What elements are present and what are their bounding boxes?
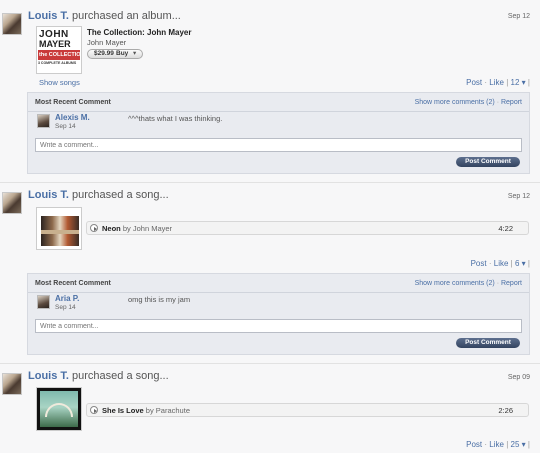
cover-text-albums: 3 COMPLETE ALBUMS bbox=[38, 61, 77, 65]
item-date: Sep 09 bbox=[507, 374, 530, 381]
divider bbox=[0, 363, 540, 364]
action-text: purchased an album... bbox=[72, 10, 181, 22]
comment-input[interactable] bbox=[35, 138, 522, 152]
play-icon[interactable] bbox=[90, 224, 98, 232]
post-comment-button[interactable]: Post Comment bbox=[456, 338, 520, 348]
comment-box-title: Most Recent Comment bbox=[35, 280, 111, 287]
song-artist[interactable]: Parachute bbox=[156, 406, 190, 415]
avatar[interactable] bbox=[2, 373, 22, 395]
action-text: purchased a song... bbox=[72, 189, 169, 201]
action-text: purchased a song... bbox=[72, 370, 169, 382]
report-link[interactable]: Report bbox=[501, 280, 522, 287]
comment-date: Sep 14 bbox=[55, 123, 76, 130]
like-dropdown-icon[interactable]: ▾ bbox=[522, 440, 526, 449]
price: $29.99 bbox=[94, 50, 114, 57]
comment-box-links: Show more comments (2) · Report bbox=[414, 99, 522, 106]
album-cover[interactable]: JOHN MAYER the COLLECTION 3 COMPLETE ALB… bbox=[36, 26, 82, 74]
like-link[interactable]: Like bbox=[489, 78, 504, 87]
commenter-avatar[interactable] bbox=[37, 295, 50, 309]
album-title[interactable]: The Collection: John Mayer bbox=[87, 28, 191, 37]
show-songs-link[interactable]: Show songs bbox=[39, 78, 80, 87]
feed-item-heading: Louis T. purchased a song... bbox=[28, 189, 169, 201]
like-count[interactable]: 6 bbox=[515, 259, 519, 268]
post-comment-button[interactable]: Post Comment bbox=[456, 157, 520, 167]
song-duration: 4:22 bbox=[498, 224, 513, 233]
show-more-comments-link[interactable]: Show more comments (2) bbox=[415, 99, 495, 106]
like-dropdown-icon[interactable]: ▾ bbox=[522, 259, 526, 268]
post-like-bar: Post · Like | 25 ▾ | bbox=[466, 440, 530, 449]
song-row[interactable]: She Is Love by Parachute 2:26 bbox=[86, 403, 529, 417]
user-link[interactable]: Louis T. bbox=[28, 370, 69, 382]
post-like-bar: Post · Like | 6 ▾ | bbox=[470, 259, 530, 268]
like-link[interactable]: Like bbox=[494, 259, 509, 268]
play-icon[interactable] bbox=[90, 406, 98, 414]
song-row[interactable]: Neon by John Mayer 4:22 bbox=[86, 221, 529, 235]
buy-dropdown-icon[interactable]: ▾ bbox=[133, 50, 136, 58]
show-more-comments-link[interactable]: Show more comments (2) bbox=[415, 280, 495, 287]
divider bbox=[28, 111, 529, 112]
comment-input[interactable] bbox=[35, 319, 522, 333]
song-artwork[interactable] bbox=[36, 207, 82, 250]
comment-box-title: Most Recent Comment bbox=[35, 99, 111, 106]
album-artist[interactable]: John Mayer bbox=[87, 38, 126, 47]
user-link[interactable]: Louis T. bbox=[28, 10, 69, 22]
comment-text: ^^^thats what I was thinking. bbox=[128, 114, 223, 123]
like-count[interactable]: 12 bbox=[511, 78, 520, 87]
cover-text-mayer: MAYER bbox=[39, 39, 71, 49]
commenter-avatar[interactable] bbox=[37, 114, 50, 128]
comment-date: Sep 14 bbox=[55, 304, 76, 311]
report-link[interactable]: Report bbox=[501, 99, 522, 106]
divider bbox=[0, 182, 540, 183]
song-artwork[interactable] bbox=[36, 387, 82, 431]
comment-text: omg this is my jam bbox=[128, 295, 191, 304]
user-link[interactable]: Louis T. bbox=[28, 189, 69, 201]
buy-button[interactable]: $29.99 Buy ▾ bbox=[87, 49, 143, 59]
avatar[interactable] bbox=[2, 13, 22, 35]
like-count[interactable]: 25 bbox=[511, 440, 520, 449]
buy-label: Buy bbox=[116, 50, 129, 57]
like-dropdown-icon[interactable]: ▾ bbox=[522, 78, 526, 87]
cover-text-collection: the COLLECTION bbox=[38, 50, 80, 60]
song-duration: 2:26 bbox=[498, 406, 513, 415]
comment-box: Most Recent Comment Show more comments (… bbox=[27, 92, 530, 174]
song-artist[interactable]: John Mayer bbox=[133, 224, 172, 233]
comment-box-links: Show more comments (2) · Report bbox=[414, 280, 522, 287]
post-like-bar: Post · Like | 12 ▾ | bbox=[466, 78, 530, 87]
item-date: Sep 12 bbox=[507, 193, 530, 200]
like-link[interactable]: Like bbox=[489, 440, 504, 449]
post-link[interactable]: Post bbox=[466, 78, 482, 87]
song-title[interactable]: Neon bbox=[102, 224, 121, 233]
divider bbox=[28, 292, 529, 293]
feed-item-heading: Louis T. purchased a song... bbox=[28, 370, 169, 382]
comment-box: Most Recent Comment Show more comments (… bbox=[27, 273, 530, 355]
post-link[interactable]: Post bbox=[466, 440, 482, 449]
commenter-name[interactable]: Aria P. bbox=[55, 294, 79, 303]
feed-item-heading: Louis T. purchased an album... bbox=[28, 10, 181, 22]
post-link[interactable]: Post bbox=[471, 259, 487, 268]
avatar[interactable] bbox=[2, 192, 22, 214]
item-date: Sep 12 bbox=[507, 13, 530, 20]
song-title[interactable]: She Is Love bbox=[102, 406, 144, 415]
commenter-name[interactable]: Alexis M. bbox=[55, 113, 90, 122]
